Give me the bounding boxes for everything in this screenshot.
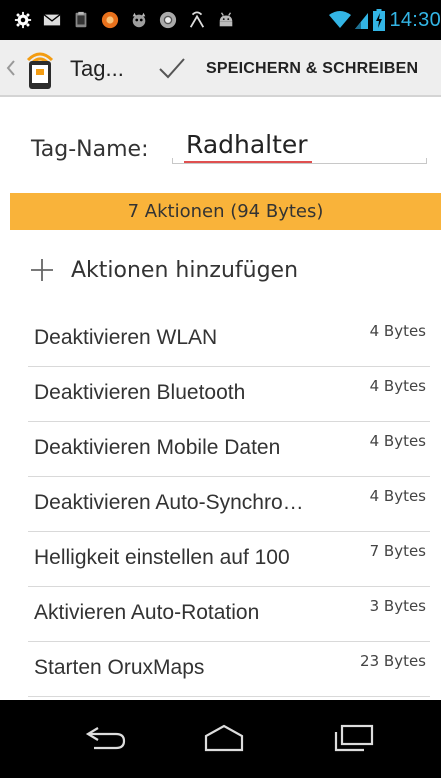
- action-name: Deaktivieren WLAN: [34, 326, 218, 349]
- list-item[interactable]: Helligkeit einstellen auf 100 7 Bytes: [0, 532, 441, 587]
- action-name: Aktivieren Auto-Rotation: [34, 601, 260, 624]
- home-icon[interactable]: [204, 722, 244, 754]
- chrome-icon: [159, 11, 177, 29]
- action-size: 4 Bytes: [369, 432, 426, 450]
- action-name: Deaktivieren Mobile Daten: [34, 436, 281, 459]
- wifi-icon: [329, 11, 352, 28]
- action-size: 3 Bytes: [369, 597, 426, 615]
- battery-icon: [373, 9, 386, 31]
- save-and-write-button[interactable]: SPEICHERN & SCHREIBEN: [206, 60, 418, 78]
- clipboard-icon: [75, 11, 87, 28]
- action-size: 4 Bytes: [369, 322, 426, 340]
- orange-app-icon: [101, 11, 119, 29]
- action-name: Starten OruxMaps: [34, 656, 205, 679]
- status-time: 14:30: [389, 8, 441, 31]
- input-underline-tick-left: [172, 158, 173, 164]
- action-size: 23 Bytes: [360, 652, 426, 670]
- action-bar-title: Tag...: [70, 56, 124, 81]
- list-item[interactable]: Starten OruxMaps 23 Bytes: [0, 642, 441, 697]
- list-item[interactable]: Aktivieren Auto-Rotation 3 Bytes: [0, 587, 441, 642]
- mail-icon: [43, 14, 61, 26]
- input-underline: [172, 163, 427, 164]
- action-name: Deaktivieren Auto-Synchro…: [34, 491, 304, 514]
- divider: [28, 696, 430, 697]
- list-item[interactable]: Deaktivieren Mobile Daten 4 Bytes: [0, 422, 441, 477]
- antenna-icon: [189, 11, 205, 28]
- signal-icon: [355, 13, 369, 29]
- list-item[interactable]: Deaktivieren Auto-Synchro… 4 Bytes: [0, 477, 441, 532]
- action-name: Helligkeit einstellen auf 100: [34, 546, 290, 569]
- input-underline-tick-right: [426, 158, 427, 164]
- actions-summary-text: 7 Aktionen (94 Bytes): [127, 201, 324, 222]
- tag-name-input[interactable]: Radhalter: [186, 130, 308, 159]
- navigation-bar: [0, 700, 441, 778]
- list-item[interactable]: Deaktivieren Bluetooth 4 Bytes: [0, 367, 441, 422]
- action-name: Deaktivieren Bluetooth: [34, 381, 246, 404]
- actions-summary-banner: 7 Aktionen (94 Bytes): [10, 193, 441, 230]
- plus-icon: [31, 259, 53, 281]
- checkmark-icon[interactable]: [157, 54, 187, 82]
- action-bar: Tag... SPEICHERN & SCHREIBEN: [0, 40, 441, 97]
- ogre-icon: [132, 12, 146, 28]
- settings-icon: [14, 11, 32, 29]
- status-bar: 14:30: [0, 0, 441, 40]
- list-item[interactable]: Deaktivieren WLAN 4 Bytes: [0, 312, 441, 367]
- action-size: 7 Bytes: [369, 542, 426, 560]
- add-actions-label: Aktionen hinzufügen: [71, 257, 299, 283]
- back-icon[interactable]: [84, 722, 128, 754]
- recents-icon[interactable]: [334, 722, 374, 754]
- add-actions-button[interactable]: Aktionen hinzufügen: [30, 252, 298, 288]
- nfc-tag-app-icon[interactable]: [20, 48, 60, 90]
- tag-name-label: Tag-Name:: [31, 137, 149, 162]
- action-size: 4 Bytes: [369, 377, 426, 395]
- up-caret-icon[interactable]: [5, 58, 17, 78]
- android-icon: [219, 12, 233, 27]
- action-size: 4 Bytes: [369, 487, 426, 505]
